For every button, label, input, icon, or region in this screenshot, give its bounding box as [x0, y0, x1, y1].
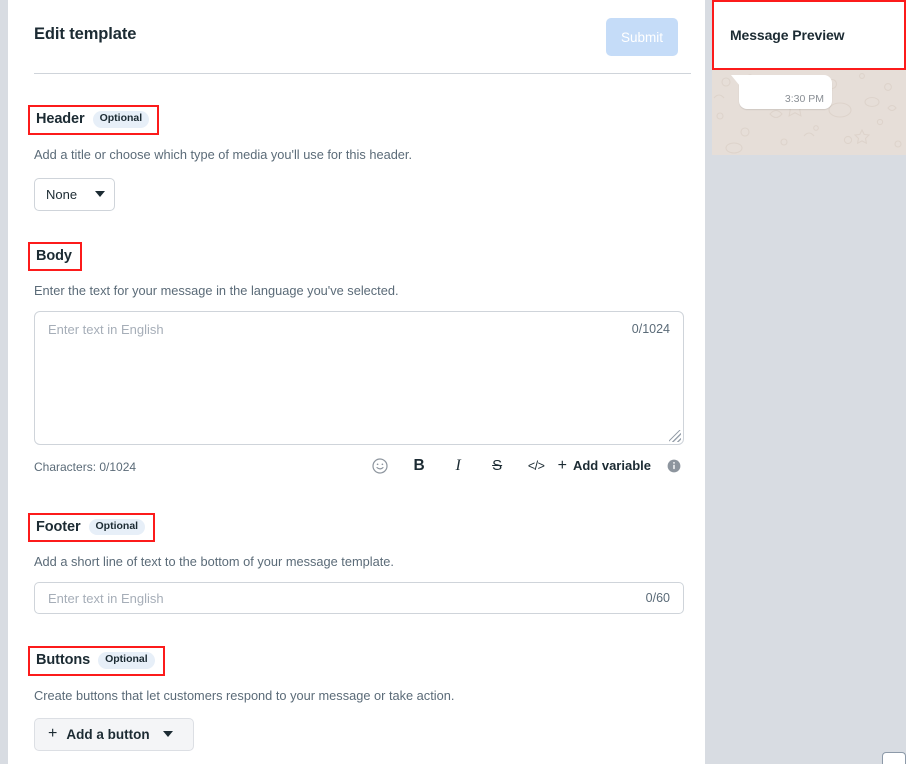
header-optional-badge: Optional — [92, 111, 150, 128]
add-variable-label: Add variable — [572, 458, 651, 474]
code-icon[interactable]: </> — [517, 454, 556, 478]
message-preview-header-highlight: Message Preview — [712, 0, 906, 70]
section-header: Header Optional Add a title or choose wh… — [26, 105, 687, 211]
body-textarea-placeholder: Enter text in English — [48, 321, 164, 337]
buttons-section-description: Create buttons that let customers respon… — [34, 687, 455, 703]
header-divider — [34, 73, 691, 74]
page-title: Edit template — [34, 25, 137, 43]
italic-icon[interactable]: I — [439, 454, 478, 478]
card-header: Edit template Submit — [26, 0, 687, 73]
body-formatting-tools: B I S </> + Add variable — [361, 454, 684, 478]
app-root: Edit template Submit Header Optional Add… — [0, 0, 906, 764]
buttons-section-label-highlight: Buttons Optional — [28, 646, 165, 676]
section-buttons: Buttons Optional Create buttons that let… — [26, 646, 687, 764]
header-section-label: Header — [36, 111, 85, 128]
body-section-label-highlight: Body — [28, 241, 82, 271]
buttons-section-label: Buttons — [36, 652, 91, 669]
header-section-description: Add a title or choose which type of medi… — [34, 146, 413, 162]
add-a-button-label: Add a button — [66, 726, 150, 742]
header-media-type-select[interactable]: None — [34, 177, 115, 211]
footer-input-counter: 0/60 — [645, 591, 670, 606]
body-section-label: Body — [36, 247, 72, 264]
chevron-down-icon — [162, 731, 173, 738]
body-section-description: Enter the text for your message in the l… — [34, 282, 399, 298]
message-timestamp: 3:30 PM — [784, 93, 824, 105]
edit-template-card: Edit template Submit Header Optional Add… — [8, 0, 705, 764]
emoji-icon[interactable] — [361, 454, 400, 478]
header-section-label-highlight: Header Optional — [28, 105, 160, 135]
footer-section-label-highlight: Footer Optional — [28, 512, 156, 543]
body-textarea-counter: 0/1024 — [631, 321, 670, 336]
footer-section-description: Add a short line of text to the bottom o… — [34, 554, 394, 570]
section-footer: Footer Optional Add a short line of text… — [26, 512, 687, 615]
body-character-count: Characters: 0/1024 — [34, 459, 137, 474]
buttons-optional-badge: Optional — [98, 652, 155, 669]
body-textarea[interactable]: Enter text in English 0/1024 — [34, 310, 684, 445]
plus-icon: + — [557, 456, 567, 474]
add-variable-button[interactable]: + Add variable — [556, 457, 655, 475]
chat-preview-area: 3:30 PM — [712, 70, 906, 155]
message-preview-title: Message Preview — [730, 27, 845, 43]
submit-button[interactable]: Submit — [606, 18, 678, 56]
corner-chat-widget[interactable] — [882, 752, 906, 764]
chevron-down-icon — [95, 191, 105, 198]
body-toolbar: Characters: 0/1024 B I S </> + Add varia… — [34, 454, 684, 480]
footer-optional-badge: Optional — [88, 518, 146, 536]
left-edge-strip — [0, 0, 8, 764]
info-icon[interactable] — [667, 459, 681, 473]
preview-message-bubble: 3:30 PM — [731, 75, 832, 109]
footer-input-placeholder: Enter text in English — [48, 590, 164, 606]
strikethrough-icon[interactable]: S — [478, 454, 517, 478]
message-preview-panel: Message Preview 3:30 PM — [712, 0, 906, 764]
add-a-button-dropdown[interactable]: + Add a button — [34, 717, 194, 751]
preview-empty-area — [712, 155, 906, 764]
plus-icon: + — [48, 725, 58, 743]
textarea-resize-handle[interactable] — [669, 429, 681, 442]
footer-section-label: Footer — [36, 518, 81, 535]
footer-text-input[interactable]: Enter text in English 0/60 — [34, 582, 684, 615]
bold-icon[interactable]: B — [400, 454, 439, 478]
header-media-type-value: None — [46, 186, 78, 202]
section-body: Body Enter the text for your message in … — [26, 241, 687, 480]
